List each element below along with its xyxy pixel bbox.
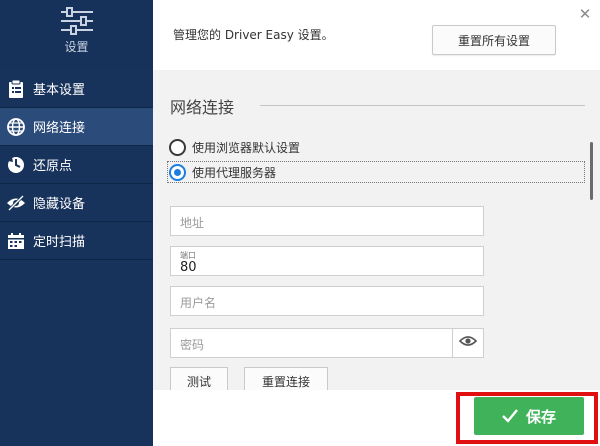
address-placeholder: 地址 — [180, 216, 205, 230]
test-button[interactable]: 测试 — [170, 367, 228, 390]
calendar-icon — [5, 230, 27, 252]
settings-title: 设置 — [64, 40, 89, 54]
close-icon[interactable]: ✕ — [577, 5, 593, 23]
save-label: 保存 — [525, 407, 556, 426]
restore-icon — [5, 154, 27, 176]
sliders-icon — [57, 6, 97, 36]
sidebar-item-hidden-devices[interactable]: 隐藏设备 — [0, 184, 153, 222]
sidebar-item-network[interactable]: 网络连接 — [0, 108, 153, 146]
eye-icon — [458, 335, 478, 351]
port-input[interactable]: 端口 80 — [170, 246, 484, 276]
sidebar-item-scheduled-scan[interactable]: 定时扫描 — [0, 222, 153, 260]
sidebar: 设置 基本设置 网络连接 还原点 隐藏设备 定时扫描 — [0, 0, 153, 446]
clipboard-icon — [5, 78, 27, 100]
settings-description: 管理您的 Driver Easy 设置。 — [173, 28, 334, 42]
settings-main: 管理您的 Driver Easy 设置。 重置所有设置 ✕ 网络连接 使用浏览器… — [153, 0, 600, 446]
section-title: 网络连接 — [170, 98, 235, 117]
network-settings-panel: 网络连接 使用浏览器默认设置 使用代理服务器 地址 端口 80 用户名 密码 测… — [153, 70, 600, 390]
footer: 保存 — [153, 390, 600, 446]
reset-all-settings-button[interactable]: 重置所有设置 — [432, 25, 556, 55]
sidebar-item-label: 网络连接 — [33, 121, 86, 136]
radio-proxy-server[interactable]: 使用代理服务器 — [169, 162, 276, 182]
show-password-button[interactable] — [452, 328, 484, 358]
radio-button[interactable] — [169, 138, 186, 156]
sidebar-item-label: 还原点 — [33, 159, 73, 174]
sidebar-item-label: 定时扫描 — [33, 235, 86, 250]
password-placeholder: 密码 — [180, 338, 205, 352]
checkmark-icon — [502, 409, 518, 423]
sidebar-item-label: 隐藏设备 — [33, 197, 86, 212]
settings-header: 设置 — [0, 0, 153, 70]
sidebar-item-restore[interactable]: 还原点 — [0, 146, 153, 184]
eye-slash-icon — [5, 192, 27, 214]
address-input[interactable]: 地址 — [170, 206, 484, 236]
sidebar-item-basic[interactable]: 基本设置 — [0, 70, 153, 108]
port-value: 80 — [180, 260, 197, 275]
radio-label: 使用代理服务器 — [192, 165, 277, 180]
top-bar: 管理您的 Driver Easy 设置。 重置所有设置 ✕ — [153, 0, 600, 70]
reset-connection-button[interactable]: 重置连接 — [244, 367, 328, 390]
radio-label: 使用浏览器默认设置 — [192, 140, 301, 155]
scrollbar[interactable] — [590, 142, 593, 200]
section-divider — [260, 105, 585, 106]
username-input[interactable]: 用户名 — [170, 286, 484, 316]
sidebar-item-label: 基本设置 — [33, 83, 86, 98]
password-input[interactable]: 密码 — [170, 328, 453, 358]
save-button[interactable]: 保存 — [474, 397, 584, 435]
radio-browser-default[interactable]: 使用浏览器默认设置 — [169, 137, 300, 157]
username-placeholder: 用户名 — [180, 296, 217, 310]
radio-button-checked[interactable] — [169, 163, 186, 181]
globe-icon — [5, 116, 27, 138]
